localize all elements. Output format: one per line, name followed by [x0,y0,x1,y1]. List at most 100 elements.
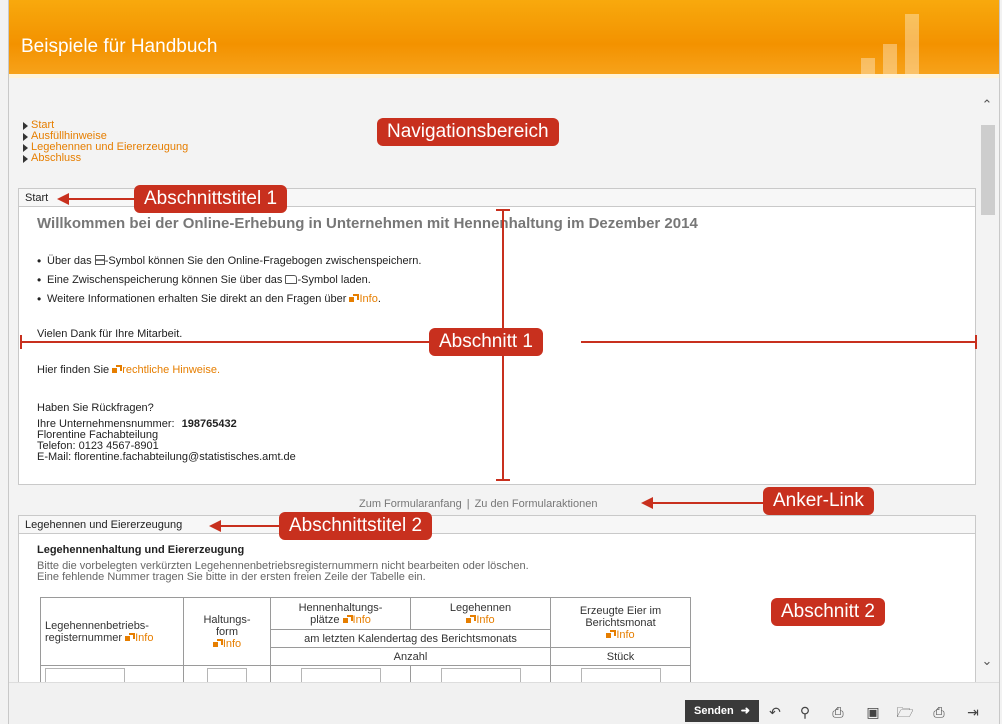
anchor-link-top[interactable]: Zum Formularanfang [359,498,462,510]
chevron-up-icon[interactable]: ⌃ [980,98,994,112]
unit-pieces: Stück [550,647,691,666]
external-link-icon [606,629,617,638]
haltungsform-input[interactable] [207,668,247,682]
instruction-line: Eine fehlende Nummer tragen Sie bitte in… [37,571,426,583]
annotation-section-title-2: Abschnittstitel 2 [279,512,433,540]
annotation-arrow [217,525,280,527]
logo-bars [883,44,897,74]
chevron-down-icon[interactable]: ⌄ [980,654,994,668]
bullet-text: -Symbol laden. [297,274,371,286]
section2-instructions: Bitte die vorbelegten verkürzten Legehen… [37,561,529,583]
external-link-icon [466,614,477,623]
table-cell [410,665,551,682]
welcome-heading: Willkommen bei der Online-Erhebung in Un… [37,215,698,232]
legal-line: Hier finden Sie rechtliche Hinweise. [37,364,220,376]
page-title: Beispiele für Handbuch [21,36,218,57]
section2-heading: Legehennenhaltung und Eiererzeugung [37,544,245,556]
header-bar: Beispiele für Handbuch [9,0,999,78]
annotation-section-2: Abschnitt 2 [771,598,885,626]
legal-notes-link[interactable]: rechtliche Hinweise [122,364,217,376]
col-header-haltungsform: Haltungs- form Info [183,597,271,666]
annotation-horizontal-line [581,341,976,343]
annotation-horizontal-line [21,341,429,343]
save-icon[interactable]: ▣ [859,700,887,722]
save-icon [94,255,105,265]
external-link-icon [212,638,223,647]
external-link-icon [125,632,136,641]
info-link[interactable]: Info [135,632,153,644]
external-link-icon [112,365,123,373]
col-header-eier: Erzeugte Eier im Berichtsmonat Info [550,597,691,648]
list-item: Eine Zwischenspeicherung können Sie über… [37,273,421,287]
poultry-table: Legehennenbetriebs- registernummer Info … [40,597,691,682]
header-text: Berichtsmonat [585,616,656,629]
undo-icon[interactable]: ↶ [761,700,789,722]
plaetze-input[interactable] [300,668,381,682]
send-button[interactable]: Senden ➜ [685,700,759,722]
open-folder-icon[interactable]: 🗁 [891,700,919,722]
legehennen-input[interactable] [440,668,521,682]
main-content: Start Ausfüllhinweise Legehennen und Eie… [9,82,999,682]
thanks-text: Vielen Dank für Ihre Mitarbeit. [37,328,183,340]
info-link[interactable]: Info [359,293,377,305]
annotation-navigation: Navigationsbereich [377,118,559,146]
list-item: Weitere Informationen erhalten Sie direk… [37,292,421,306]
pdf-icon[interactable]: ⎙ [824,700,852,722]
app-frame: Beispiele für Handbuch Start Ausfüllhinw… [8,0,1000,724]
table-cell [40,665,184,682]
annotation-cap [496,479,510,481]
search-icon[interactable]: ⚲ [791,700,819,722]
open-folder-icon [285,275,298,284]
header-text: form [216,625,238,638]
annotation-section-title-1: Abschnittstitel 1 [134,185,288,213]
register-number-input[interactable] [45,668,125,682]
list-item: Über das -Symbol können Sie den Online-F… [37,254,422,268]
header-text: registernummer [45,631,123,644]
exit-icon[interactable]: ⇥ [959,700,987,722]
table-cell [183,665,271,682]
info-link[interactable]: Info [476,614,494,626]
col-header-register: Legehennenbetriebs- registernummer Info [40,597,184,666]
scrollbar-thumb[interactable] [981,125,995,215]
nav-item-abschluss[interactable]: Abschluss [23,153,188,164]
subheader-date: am letzten Kalendertag des Berichtsmonat… [270,629,551,648]
annotation-section-1: Abschnitt 1 [429,328,543,356]
bullet-text: . [377,293,381,305]
header-text: Legehennen [449,601,512,614]
logo-bars [905,14,919,74]
header-text: Legehennenbetriebs- [45,619,149,632]
arrow-left-icon [641,497,653,509]
legal-suffix: . [216,364,221,376]
header-text: Hennenhaltungs- [298,601,383,614]
logo-bars [861,58,875,74]
bottom-toolbar: Senden ➜ ↶ ⚲ ⎙ ▣ 🗁 ⎙ ⇥ [9,682,999,724]
anchor-separator: | [466,498,470,510]
unit-count: Anzahl [270,647,551,666]
section-title-legehennen: Legehennen und Eiererzeugung [19,516,975,534]
bullet-text: -Symbol können Sie den Online-Fragebogen… [104,255,422,267]
arrow-left-icon [57,193,69,205]
anchor-link-actions[interactable]: Zu den Formularaktionen [475,498,598,510]
info-link[interactable]: Info [353,614,371,626]
bullet-text: Über das [47,255,95,267]
annotation-arrow [649,502,764,504]
contact-email: E-Mail: florentine.fachabteilung@statist… [37,451,296,463]
anchor-links: Zum Formularanfang | Zu den Formularaktion… [359,498,597,510]
print-icon[interactable]: ⎙ [925,700,953,722]
vertical-scrollbar[interactable]: ⌃ ⌄ [976,98,998,668]
legal-prefix: Hier finden Sie [37,364,113,376]
info-link[interactable]: Info [223,638,241,650]
col-header-plaetze: Hennenhaltungs- plätze Info [270,597,411,630]
annotation-anchor-link: Anker-Link [763,487,874,515]
send-button-label: Senden [693,705,734,717]
contact-block: Haben Sie Rückfragen? Ihre Unternehmensn… [37,403,296,463]
annotation-arrow [63,198,135,200]
annotation-cap [20,335,22,349]
external-link-icon [342,614,353,623]
info-link[interactable]: Info [616,629,634,641]
company-number-value: 198765432 [181,418,237,430]
hint-list: Über das -Symbol können Sie den Online-F… [37,254,422,312]
questions-text: Haben Sie Rückfragen? [37,402,154,414]
arrow-right-icon: ➜ [740,705,750,717]
eier-input[interactable] [580,668,661,682]
